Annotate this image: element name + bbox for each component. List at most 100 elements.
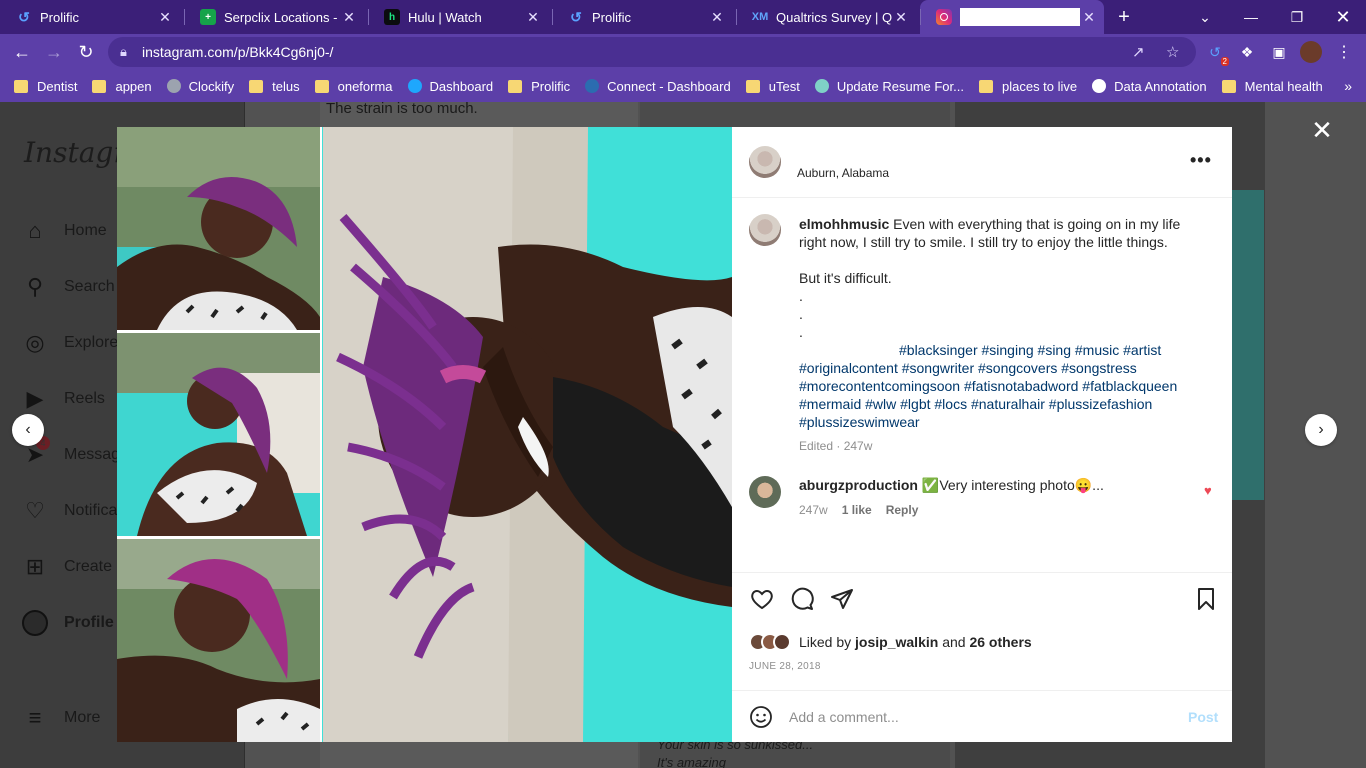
post-image[interactable] (117, 127, 732, 742)
comment-liked-heart-icon[interactable]: ♥ (1204, 483, 1212, 498)
sidebar-item-label: Profile (64, 614, 114, 631)
sidebar-item-label: Explore (64, 334, 119, 351)
caption-dot: . (799, 288, 803, 304)
post-actions: Liked by josip_walkin and 26 others JUNE… (732, 572, 1232, 690)
liked-by-others[interactable]: 26 others (969, 634, 1031, 650)
caption-dot: . (799, 306, 803, 322)
folder-icon (745, 79, 760, 93)
bookmark-dentist[interactable]: Dentist (14, 79, 77, 94)
tab-prolific-2[interactable]: ↺ Prolific ✕ (552, 0, 736, 34)
tab-qualtrics[interactable]: XM Qualtrics Survey | Qua ✕ (736, 0, 920, 34)
folder-icon (978, 79, 993, 93)
profile-avatar[interactable] (1300, 41, 1322, 63)
reload-button[interactable]: ↻ (72, 38, 100, 66)
sidebar-item-more[interactable]: ≡ More (22, 703, 101, 733)
new-tab-button[interactable]: + (1104, 0, 1144, 34)
bookmark-mental-health[interactable]: Mental health (1221, 78, 1323, 94)
bookmark-utest[interactable]: uTest (745, 79, 800, 94)
previous-post-button[interactable]: ‹ (12, 414, 44, 446)
bookmark-prolific[interactable]: Prolific (508, 79, 570, 94)
bookmark-connect-dashboard[interactable]: Connect - Dashboard (585, 79, 731, 94)
comment-icon[interactable] (789, 586, 815, 612)
site-favicon-icon (585, 79, 600, 93)
liked-by-user[interactable]: josip_walkin (855, 634, 938, 650)
next-post-button[interactable]: › (1305, 414, 1337, 446)
add-comment-bar: Add a comment... Post (732, 690, 1232, 742)
caption-dot: . (799, 324, 803, 340)
comment-reply-button[interactable]: Reply (886, 503, 919, 517)
sidebar-item-reels[interactable]: ▶ Reels (22, 384, 105, 414)
bookmark-places-to-live[interactable]: places to live (978, 79, 1077, 94)
folder-icon (14, 79, 28, 93)
url-text: instagram.com/p/Bkk4Cg6nj0-/ (142, 44, 334, 60)
tab-prolific[interactable]: ↺ Prolific ✕ (0, 0, 184, 34)
avatar (22, 610, 48, 636)
folder-icon (92, 79, 107, 93)
bookmark-label: Mental health (1244, 78, 1323, 94)
tab-search-icon[interactable]: ⌄ (1182, 0, 1228, 34)
comment-username[interactable]: aburgzproduction (799, 477, 918, 493)
post-date[interactable]: JUNE 28, 2018 (749, 661, 821, 672)
commenter-avatar[interactable] (749, 476, 781, 508)
close-icon[interactable]: ✕ (524, 9, 542, 26)
back-button[interactable]: ← (8, 38, 36, 66)
bookmark-update-resume-for[interactable]: Update Resume For... (814, 78, 964, 94)
sidebar-item-home[interactable]: ⌂ Home (22, 216, 106, 246)
extensions-puzzle-icon[interactable]: ❖ (1236, 41, 1258, 63)
comment-age: 247w (799, 503, 828, 517)
tab-hulu[interactable]: h Hulu | Watch ✕ (368, 0, 552, 34)
address-bar[interactable]: 🔒︎ instagram.com/p/Bkk4Cg6nj0-/ ↗ ☆ (108, 37, 1196, 67)
author-avatar[interactable] (749, 146, 781, 178)
close-icon[interactable]: ✕ (892, 9, 910, 26)
sidebar-item-profile[interactable]: Profile (22, 608, 114, 638)
close-window-button[interactable]: ✕ (1320, 0, 1366, 34)
folder-icon (508, 79, 523, 93)
bookmark-star-icon[interactable]: ☆ (1166, 43, 1179, 61)
background-caption-top: The strain is too much. (326, 102, 478, 117)
emoji-icon[interactable] (749, 705, 773, 729)
restore-button[interactable]: ❐ (1274, 0, 1320, 34)
post-comment-button[interactable]: Post (1188, 709, 1218, 725)
bookmark-appen[interactable]: appen (92, 79, 152, 94)
forward-button[interactable]: → (40, 38, 68, 66)
post-caption: elmohhmusic Even with everything that is… (799, 215, 1194, 455)
comment-likes[interactable]: 1 like (842, 503, 872, 517)
close-icon[interactable]: ✕ (156, 9, 174, 26)
sidebar-item-create[interactable]: ⊞ Create (22, 552, 112, 582)
tab-title-redacted (960, 8, 1080, 26)
bookmark-clockify[interactable]: Clockify (166, 79, 234, 94)
tab-serpclix[interactable]: + Serpclix Locations - Go ✕ (184, 0, 368, 34)
like-heart-icon[interactable] (749, 586, 775, 612)
sidebar-item-explore[interactable]: ◎ Explore (22, 328, 118, 358)
bookmark-label: Update Resume For... (836, 78, 964, 94)
main-photo (323, 127, 732, 742)
tab-title: Qualtrics Survey | Qua (776, 9, 892, 25)
side-panel-icon[interactable]: ▣ (1268, 41, 1290, 63)
caption-hashtags-line1[interactable]: #blacksinger #singing #sing #music #arti… (799, 341, 1194, 359)
bookmarks-overflow-icon[interactable]: » (1344, 78, 1352, 94)
browser-menu-icon[interactable]: ⋮ (1333, 41, 1355, 63)
save-bookmark-icon[interactable] (1193, 586, 1219, 612)
add-comment-input[interactable]: Add a comment... (789, 709, 899, 725)
folder-icon (249, 79, 264, 93)
caption-hashtags[interactable]: #originalcontent #songwriter #songcovers… (799, 359, 1194, 431)
tab-instagram[interactable]: ✕ (920, 0, 1104, 34)
bookmark-oneforma[interactable]: oneforma (314, 79, 393, 94)
caption-avatar[interactable] (749, 214, 781, 246)
bookmark-dashboard[interactable]: Dashboard (407, 79, 493, 94)
caption-username[interactable]: elmohhmusic (799, 216, 889, 232)
close-icon[interactable]: ✕ (708, 9, 726, 26)
close-icon[interactable]: ✕ (1080, 9, 1098, 26)
share-icon[interactable]: ↗ (1132, 43, 1145, 61)
bookmark-data-annotation[interactable]: Data Annotation (1092, 79, 1207, 94)
bookmark-telus[interactable]: telus (249, 79, 300, 94)
sidebar-item-search[interactable]: ⚲ Search (22, 272, 115, 302)
more-options-icon[interactable]: ••• (1190, 150, 1212, 171)
minimize-button[interactable]: — (1228, 0, 1274, 34)
close-modal-button[interactable]: ✕ (1310, 115, 1334, 145)
post-location[interactable]: Auburn, Alabama (797, 166, 889, 180)
likes-summary[interactable]: Liked by josip_walkin and 26 others (749, 633, 1032, 651)
close-icon[interactable]: ✕ (340, 9, 358, 26)
extension-icon[interactable]: ↺ 2 (1204, 41, 1229, 66)
share-icon[interactable] (829, 586, 855, 612)
